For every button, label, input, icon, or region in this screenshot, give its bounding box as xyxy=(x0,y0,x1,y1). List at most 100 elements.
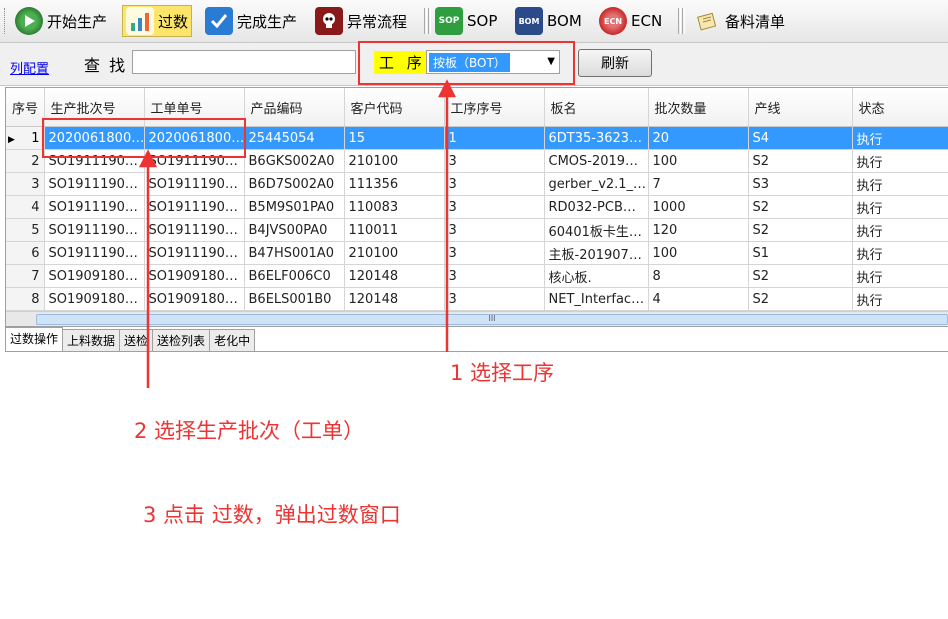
table-row[interactable]: 7 SO1909180… SO1909180… B6ELF006C0 120148 3 核心… xyxy=(6,264,948,288)
table-cell[interactable]: B5M9S01PA0 xyxy=(244,195,345,219)
find-input[interactable] xyxy=(132,50,356,74)
table-cell[interactable]: 120148 xyxy=(344,287,445,311)
table-cell[interactable]: B47HS001A0 xyxy=(244,241,345,265)
column-header[interactable]: 状态 xyxy=(852,88,948,127)
table-cell[interactable]: SO1911190… xyxy=(44,218,145,242)
table-cell[interactable]: 3 xyxy=(444,241,545,265)
table-cell[interactable]: S1 xyxy=(748,241,853,265)
table-cell[interactable]: B6GKS002A0 xyxy=(244,149,345,173)
table-cell[interactable]: 110011 xyxy=(344,218,445,242)
table-cell[interactable]: 执行 xyxy=(852,195,948,219)
row-number-cell[interactable]: 5 xyxy=(6,218,45,242)
tab-count-operation[interactable]: 过数操作 xyxy=(5,327,64,352)
start-production-button[interactable]: 开始生产 xyxy=(12,5,110,37)
table-cell[interactable]: 1000 xyxy=(648,195,749,219)
table-cell[interactable]: 15 xyxy=(344,126,445,150)
table-cell[interactable]: S2 xyxy=(748,195,853,219)
row-number-cell[interactable]: ▶ 1 xyxy=(6,126,45,150)
row-number-cell[interactable]: 4 xyxy=(6,195,45,219)
table-cell[interactable]: SO1911190… xyxy=(144,195,245,219)
table-cell[interactable]: SO1911190… xyxy=(144,241,245,265)
tab-inspection[interactable]: 送检 xyxy=(119,329,154,352)
table-cell[interactable]: S2 xyxy=(748,149,853,173)
table-cell[interactable]: 执行 xyxy=(852,172,948,196)
table-row[interactable]: 4 SO1911190… SO1911190… B5M9S01PA0 110083 3 RD… xyxy=(6,195,948,219)
table-cell[interactable]: 8 xyxy=(648,264,749,288)
table-cell[interactable]: CMOS-2019… xyxy=(544,149,649,173)
table-cell[interactable]: SO1911190… xyxy=(44,172,145,196)
column-header[interactable]: 批次数量 xyxy=(648,88,749,127)
table-cell[interactable]: 3 xyxy=(444,172,545,196)
bom-button[interactable]: BOM BOM xyxy=(512,5,585,37)
table-row[interactable]: 5 SO1911190… SO1911190… B4JVS00PA0 110011 3 60… xyxy=(6,218,948,242)
tab-loading-data[interactable]: 上料数据 xyxy=(62,329,121,352)
table-cell[interactable]: SO1911190… xyxy=(144,172,245,196)
row-number-cell[interactable]: 2 xyxy=(6,149,45,173)
table-cell[interactable]: B4JVS00PA0 xyxy=(244,218,345,242)
table-cell[interactable]: 4 xyxy=(648,287,749,311)
table-cell[interactable]: 执行 xyxy=(852,149,948,173)
table-cell[interactable]: 执行 xyxy=(852,287,948,311)
column-header[interactable]: 产线 xyxy=(748,88,853,127)
ecn-button[interactable]: ECN ECN xyxy=(596,5,665,37)
toolbar-grip[interactable] xyxy=(4,8,8,34)
table-cell[interactable]: 1 xyxy=(444,126,545,150)
row-number-cell[interactable]: 7 xyxy=(6,264,45,288)
material-list-button[interactable]: 备料清单 xyxy=(690,5,788,37)
sop-button[interactable]: SOP SOP xyxy=(432,5,500,37)
table-cell[interactable]: SO1909180… xyxy=(144,287,245,311)
table-cell[interactable]: RD032-PCB… xyxy=(544,195,649,219)
table-cell[interactable]: 60401板卡生… xyxy=(544,218,649,242)
table-cell[interactable]: B6ELF006C0 xyxy=(244,264,345,288)
column-header[interactable]: 客户代码 xyxy=(344,88,445,127)
table-cell[interactable]: 执行 xyxy=(852,241,948,265)
tab-inspection-list[interactable]: 送检列表 xyxy=(152,329,211,352)
table-cell[interactable]: S2 xyxy=(748,287,853,311)
table-cell[interactable]: SO1911190… xyxy=(44,195,145,219)
row-number-cell[interactable]: 8 xyxy=(6,287,45,311)
count-button[interactable]: 过数 xyxy=(122,5,193,37)
table-cell[interactable]: 执行 xyxy=(852,126,948,150)
row-number-cell[interactable]: 6 xyxy=(6,241,45,265)
table-cell[interactable]: 100 xyxy=(648,149,749,173)
finish-production-button[interactable]: 完成生产 xyxy=(202,5,300,37)
exception-flow-button[interactable]: 异常流程 xyxy=(312,5,410,37)
table-cell[interactable]: SO1909180… xyxy=(44,287,145,311)
table-cell[interactable]: SO1909180… xyxy=(44,264,145,288)
table-cell[interactable]: 110083 xyxy=(344,195,445,219)
column-config-link[interactable]: 列配置 xyxy=(10,58,49,77)
row-number-cell[interactable]: 3 xyxy=(6,172,45,196)
table-cell[interactable]: S2 xyxy=(748,218,853,242)
table-cell[interactable]: gerber_v2.1_… xyxy=(544,172,649,196)
table-cell[interactable]: NET_Interfac… xyxy=(544,287,649,311)
table-cell[interactable]: 100 xyxy=(648,241,749,265)
table-cell[interactable]: 执行 xyxy=(852,264,948,288)
table-cell[interactable]: 7 xyxy=(648,172,749,196)
table-row[interactable]: 3 SO1911190… SO1911190… B6D7S002A0 111356 3 ge… xyxy=(6,172,948,196)
table-cell[interactable]: B6ELS001B0 xyxy=(244,287,345,311)
column-header[interactable]: 序号 xyxy=(6,88,45,127)
table-row[interactable]: 8 SO1909180… SO1909180… B6ELS001B0 120148 3 NE… xyxy=(6,287,948,311)
scrollbar-thumb[interactable]: III xyxy=(36,314,948,325)
table-cell[interactable]: SO1911190… xyxy=(44,241,145,265)
table-cell[interactable]: 核心板. xyxy=(544,264,649,288)
table-cell[interactable]: 210100 xyxy=(344,241,445,265)
table-cell[interactable]: 3 xyxy=(444,287,545,311)
table-cell[interactable]: B6D7S002A0 xyxy=(244,172,345,196)
table-cell[interactable]: S2 xyxy=(748,264,853,288)
table-cell[interactable]: 210100 xyxy=(344,149,445,173)
table-cell[interactable]: 25445054 xyxy=(244,126,345,150)
table-cell[interactable]: S4 xyxy=(748,126,853,150)
table-cell[interactable]: 6DT35-3623… xyxy=(544,126,649,150)
table-cell[interactable]: 20 xyxy=(648,126,749,150)
table-cell[interactable]: 3 xyxy=(444,149,545,173)
table-cell[interactable]: 执行 xyxy=(852,218,948,242)
table-cell[interactable]: S3 xyxy=(748,172,853,196)
table-cell[interactable]: 111356 xyxy=(344,172,445,196)
table-cell[interactable]: 120 xyxy=(648,218,749,242)
horizontal-scrollbar[interactable]: III xyxy=(6,311,948,326)
table-cell[interactable]: 3 xyxy=(444,218,545,242)
column-header[interactable]: 产品编码 xyxy=(244,88,345,127)
table-row[interactable]: 6 SO1911190… SO1911190… B47HS001A0 210100 3 主板… xyxy=(6,241,948,265)
column-header[interactable]: 板名 xyxy=(544,88,649,127)
